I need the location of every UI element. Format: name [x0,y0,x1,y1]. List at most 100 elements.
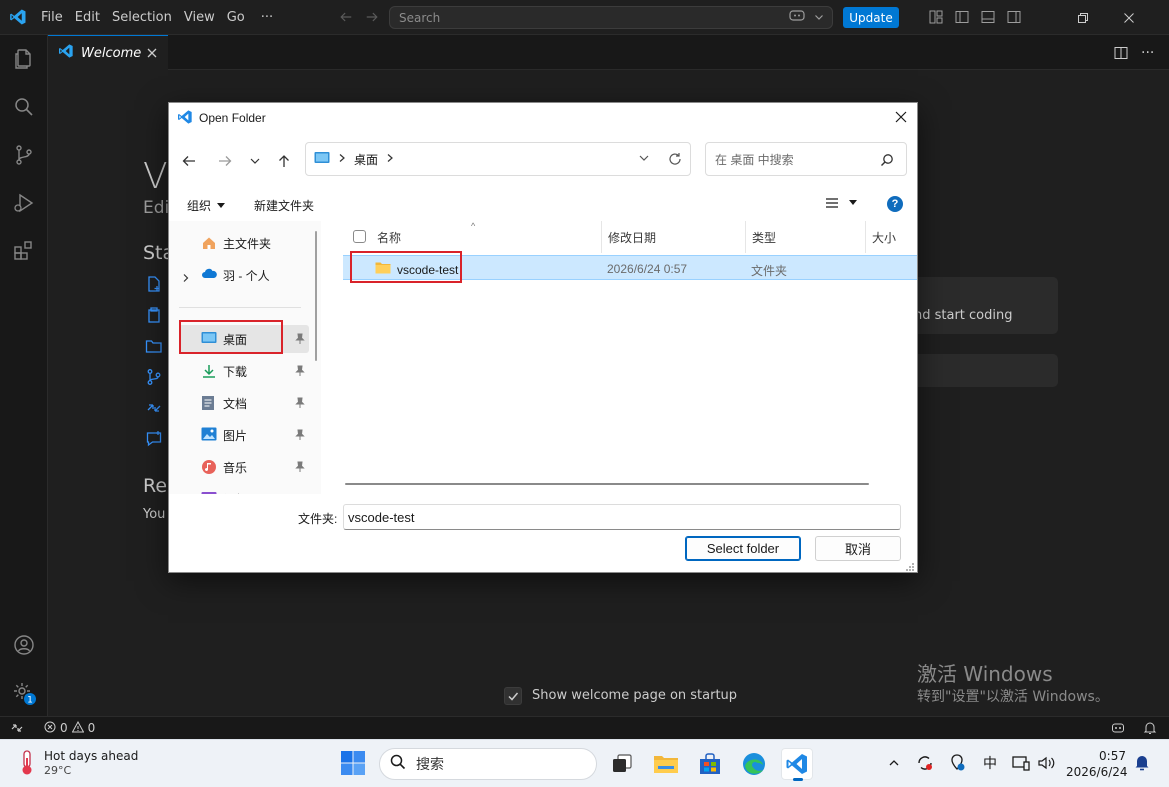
dialog-back-icon[interactable] [179,151,199,171]
device-status-icon[interactable] [1010,752,1032,774]
taskbar-clock[interactable]: 0:57 2026/6/24 [1066,748,1128,780]
taskbar-search-label: 搜索 [416,757,444,773]
menu-more[interactable]: ··· [251,0,283,35]
new-folder-button[interactable]: 新建文件夹 [254,197,314,214]
explorer-icon[interactable] [0,35,48,83]
forward-arrow-icon[interactable] [364,9,380,25]
dialog-titlebar: Open Folder [169,103,917,133]
tray-overflow-chevron-icon[interactable] [883,752,905,774]
notification-bell-icon[interactable] [1131,752,1153,774]
copilot-status-icon[interactable] [1111,721,1125,738]
menu-selection[interactable]: Selection [106,0,178,35]
dialog-forward-icon[interactable] [215,151,235,171]
up-folder-icon[interactable] [274,151,294,171]
toggle-primary-sidebar-icon[interactable] [954,9,970,25]
extensions-icon[interactable] [0,227,48,275]
pin-icon [295,461,305,473]
toggle-secondary-sidebar-icon[interactable] [1006,9,1022,25]
menu-file[interactable]: File [35,0,69,35]
breadcrumb-desktop[interactable]: 桌面 [354,151,378,168]
pin-icon [295,365,305,377]
nav-pane-scrollbar[interactable] [315,231,317,361]
column-label: 名称 [377,230,402,245]
edge-browser-icon[interactable] [738,748,770,780]
remote-indicator-icon[interactable] [0,717,34,739]
accounts-icon[interactable] [0,621,48,669]
address-bar[interactable]: 桌面 [305,142,691,176]
customize-layout-icon[interactable] [928,9,944,25]
nav-item-documents[interactable]: 文档 [179,389,309,417]
dialog-search-input[interactable]: 在 桌面 中搜索 [705,142,907,176]
resize-grip-icon[interactable] [905,560,915,571]
show-on-startup-checkbox[interactable] [504,687,522,705]
column-header-type[interactable]: 类型 [745,221,865,253]
windows-start-icon[interactable] [340,750,368,778]
new-file-icon[interactable] [145,275,163,293]
file-list-scrollbar[interactable] [345,483,869,485]
open-file-icon[interactable] [145,306,163,324]
split-editor-icon[interactable] [1113,45,1129,61]
dialog-title: Open Folder [199,111,266,125]
music-icon [201,459,217,475]
refresh-icon[interactable] [668,152,682,169]
recent-locations-chevron-icon[interactable] [245,151,265,171]
file-explorer-icon[interactable] [650,748,682,780]
task-view-icon[interactable] [606,748,638,780]
select-all-checkbox[interactable] [353,230,366,243]
problems-indicator[interactable]: 0 0 [34,720,95,736]
view-options-button[interactable] [825,197,857,209]
vscode-taskbar-icon[interactable] [781,748,813,781]
warning-icon [71,720,84,736]
search-icon[interactable] [0,83,48,131]
highlight-box-desktop-nav [179,320,283,354]
weather-widget[interactable]: Hot days ahead 29°C [18,748,138,780]
back-arrow-icon[interactable] [338,9,354,25]
tab-welcome[interactable]: Welcome [48,35,168,70]
close-icon[interactable] [146,47,160,61]
column-header-name[interactable]: 名称 [371,221,601,253]
chat-icon[interactable] [145,430,163,448]
clone-repo-icon[interactable] [145,368,163,386]
weather-temp: 29°C [44,764,72,777]
nav-item-home[interactable]: 主文件夹 [179,229,309,257]
menu-go[interactable]: Go [221,0,251,35]
folder-name-input[interactable] [343,504,901,530]
nav-item-music[interactable]: 音乐 [179,453,309,481]
more-actions-icon[interactable]: ··· [1141,45,1157,61]
column-header-size[interactable]: 大小 [865,221,917,253]
notifications-bell-icon[interactable] [1143,721,1157,738]
source-control-icon[interactable] [0,131,48,179]
network-shield-icon[interactable] [946,752,968,774]
help-icon[interactable]: ? [887,196,903,212]
command-center-search[interactable]: Search [389,6,833,29]
run-and-debug-icon[interactable] [0,179,48,227]
address-history-chevron-icon[interactable] [638,152,650,169]
menu-view[interactable]: View [178,0,221,35]
update-button[interactable]: Update [843,7,899,28]
ime-indicator[interactable]: 中 [979,752,1001,774]
volume-icon[interactable] [1035,752,1057,774]
dialog-close-icon[interactable] [893,109,911,127]
activity-bar: 1 [0,35,48,716]
copilot-icon[interactable] [788,8,806,28]
nav-item-downloads[interactable]: 下载 [179,357,309,385]
manage-gear-icon[interactable]: 1 [0,669,48,717]
chevron-down-icon[interactable] [814,11,824,26]
menu-edit[interactable]: Edit [69,0,106,35]
select-folder-button[interactable]: Select folder [685,536,801,561]
search-icon [390,754,406,774]
connect-remote-icon[interactable] [145,399,163,417]
cancel-button[interactable]: 取消 [815,536,901,561]
nav-item-onedrive[interactable]: 羽 - 个人 [179,261,309,289]
sync-recording-icon[interactable] [914,752,936,774]
taskbar-search[interactable]: 搜索 [379,748,597,780]
toggle-panel-icon[interactable] [980,9,996,25]
close-window-icon[interactable] [1106,0,1152,35]
organize-button[interactable]: 组织 [187,197,226,214]
restore-window-icon[interactable] [1060,0,1106,35]
nav-item-videos[interactable]: 视频 [179,485,309,494]
microsoft-store-icon[interactable] [694,748,726,780]
open-folder-icon[interactable] [145,337,163,355]
column-header-date[interactable]: 修改日期 [601,221,745,253]
nav-item-pictures[interactable]: 图片 [179,421,309,449]
